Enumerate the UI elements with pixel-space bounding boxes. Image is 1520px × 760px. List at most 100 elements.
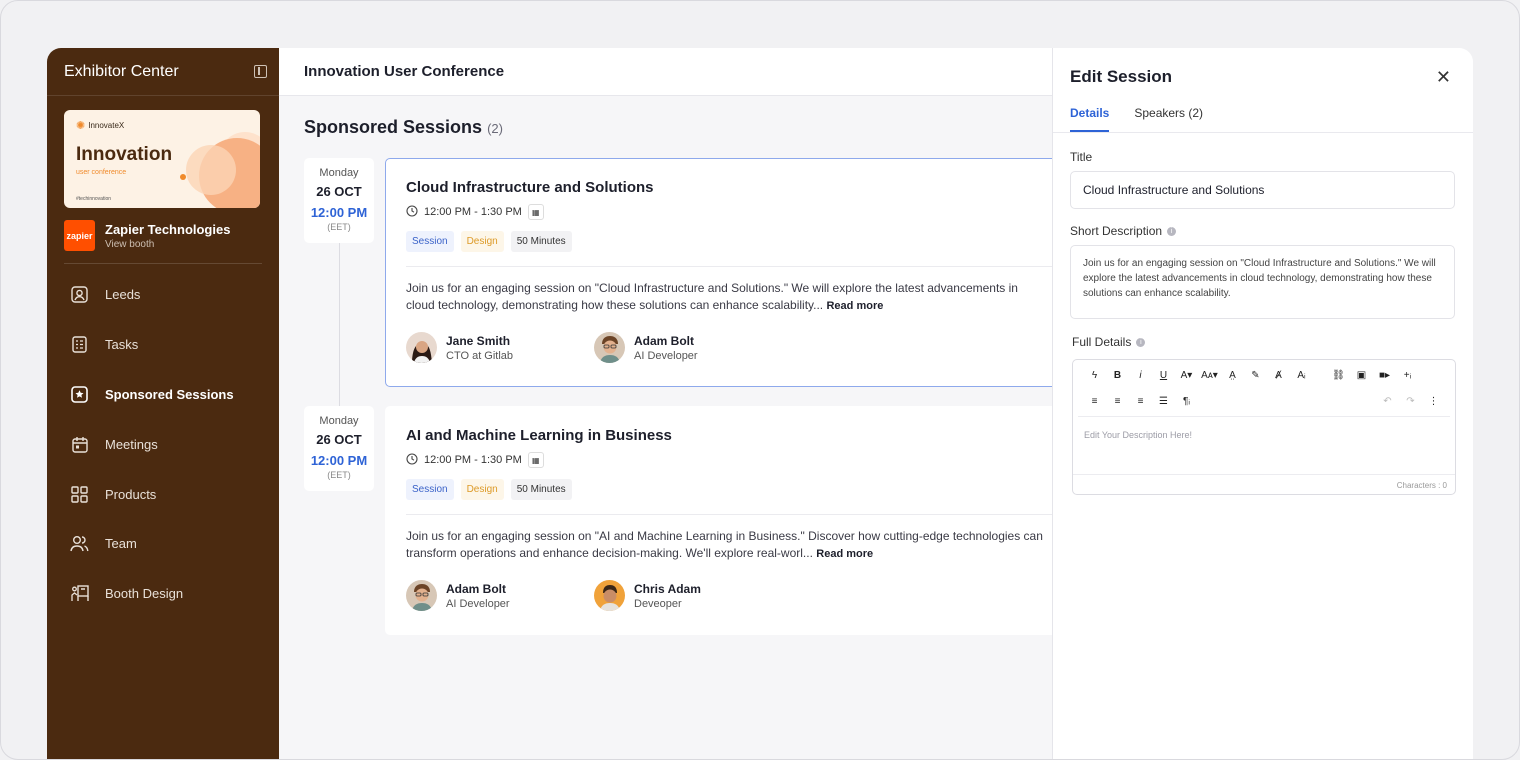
align-right-icon[interactable]: ≡ — [1129, 396, 1152, 407]
date-date: 26 OCT — [316, 432, 362, 447]
speaker[interactable]: Jane Smith CTO at Gitlab — [406, 332, 594, 363]
tag-duration: 50 Minutes — [510, 231, 572, 252]
calendar-icon — [70, 435, 89, 454]
sidebar-item-products[interactable]: Products — [47, 469, 279, 519]
speaker-name: Jane Smith — [446, 333, 511, 348]
sidebar-item-booth-design[interactable]: Booth Design — [47, 569, 279, 619]
sidebar-item-meetings[interactable]: Meetings — [47, 419, 279, 469]
read-more-link[interactable]: Read more — [816, 548, 873, 560]
tag-design: Design — [460, 231, 504, 252]
view-booth-link[interactable]: View booth — [105, 239, 230, 250]
insert-icon[interactable]: +ᵢ — [1396, 370, 1419, 381]
avatar — [594, 580, 625, 611]
clock-icon — [406, 204, 418, 220]
tab-details[interactable]: Details — [1070, 106, 1110, 132]
close-icon[interactable]: ✕ — [1436, 67, 1451, 88]
decor-circle — [186, 145, 236, 195]
speaker-name: Adam Bolt — [446, 581, 506, 596]
editor-body[interactable]: Edit Your Description Here! — [1078, 416, 1450, 474]
session-title: Cloud Infrastructure and Solutions — [406, 179, 654, 196]
app: Exhibitor Center ✺ InnovateX Innovation … — [47, 48, 1473, 759]
date-day: Monday — [319, 167, 359, 179]
date-time: 12:00 PM — [310, 453, 368, 468]
booth-info[interactable]: zapier Zapier Technologies View booth — [64, 220, 262, 264]
user-badge-icon — [70, 285, 89, 304]
full-details-label: Full Details i — [1072, 335, 1473, 349]
session-date-box: Monday 26 OCT 12:00 PM (EET) — [304, 406, 374, 491]
section-title-text: Sponsored Sessions — [304, 117, 483, 137]
text-size-icon[interactable]: Aᵢ — [1290, 370, 1313, 381]
date-timezone: (EET) — [327, 222, 351, 232]
video-icon[interactable]: ■▸ — [1373, 370, 1396, 381]
undo-icon[interactable]: ↶ — [1376, 396, 1399, 407]
marker-icon[interactable]: ✎ — [1244, 370, 1267, 381]
speaker[interactable]: Adam Bolt AI Developer — [406, 580, 594, 611]
align-left-icon[interactable]: ≡ — [1083, 396, 1106, 407]
sidebar-item-label: Products — [105, 486, 157, 502]
redo-icon[interactable]: ↷ — [1399, 396, 1422, 407]
more-options-icon[interactable]: ⋮ — [1422, 396, 1445, 407]
session-title: AI and Machine Learning in Business — [406, 427, 672, 444]
paragraph-icon[interactable]: ¶ᵢ — [1175, 396, 1198, 407]
add-to-calendar-icon[interactable]: ▦ — [527, 452, 544, 468]
font-color-icon[interactable]: A▾ — [1175, 370, 1198, 381]
text-highlight-icon[interactable]: A̤ — [1221, 370, 1244, 381]
event-hashtag: #techinnovation — [76, 196, 112, 202]
session-card[interactable]: AI and Machine Learning in Business 12:0… — [385, 406, 1075, 635]
sidebar-title: Exhibitor Center — [64, 62, 179, 80]
avatar — [406, 332, 437, 363]
tag-duration: 50 Minutes — [510, 479, 572, 500]
add-to-calendar-icon[interactable]: ▦ — [527, 204, 544, 220]
title-input[interactable]: Cloud Infrastructure and Solutions — [1070, 171, 1455, 209]
info-icon[interactable]: i — [1136, 337, 1146, 347]
sidebar-item-sponsored-sessions[interactable]: Sponsored Sessions — [47, 370, 279, 420]
speaker-name: Chris Adam — [634, 581, 701, 596]
main-content: Innovation User Conference Sponsored Ses… — [279, 48, 1075, 759]
italic-icon[interactable]: i — [1129, 370, 1152, 381]
title-label: Title — [1070, 150, 1473, 164]
info-icon[interactable]: i — [1167, 226, 1177, 236]
tab-speakers[interactable]: Speakers (2) — [1134, 106, 1203, 132]
align-center-icon[interactable]: ≡ — [1106, 396, 1129, 407]
panel-tabs: Details Speakers (2) — [1053, 106, 1473, 133]
session-description: Join us for an engaging session on "Clou… — [406, 280, 1046, 315]
image-icon[interactable]: ▣ — [1350, 370, 1373, 381]
panel-header: Edit Session ✕ — [1053, 48, 1473, 106]
zapier-logo: zapier — [64, 220, 95, 251]
lightning-icon[interactable]: ϟ — [1083, 370, 1106, 381]
divider — [406, 514, 1074, 515]
underline-icon[interactable]: U — [1152, 370, 1175, 381]
checklist-icon — [70, 335, 89, 354]
section-count: (2) — [487, 121, 503, 136]
speaker[interactable]: Chris Adam Deveoper — [594, 580, 782, 611]
session-description-text: Join us for an engaging session on "Clou… — [406, 281, 1018, 312]
read-more-link[interactable]: Read more — [826, 300, 883, 312]
clear-format-icon[interactable]: Ⱥ — [1267, 370, 1290, 381]
session-date-box: Monday 26 OCT 12:00 PM (EET) — [304, 158, 374, 243]
sidebar-item-tasks[interactable]: Tasks — [47, 320, 279, 370]
justify-icon[interactable]: ☰ — [1152, 396, 1175, 407]
sidebar-header: Exhibitor Center — [47, 48, 279, 96]
session-tags: Session Design 50 Minutes — [406, 231, 1054, 252]
speaker-role: Deveoper — [634, 597, 682, 610]
page-title: Innovation User Conference — [279, 48, 1052, 96]
sidebar-item-team[interactable]: Team — [47, 519, 279, 569]
collapse-sidebar-icon[interactable] — [254, 65, 267, 78]
session-description-text: Join us for an engaging session on "AI a… — [406, 529, 1043, 560]
decor-dot — [180, 174, 186, 180]
booth-icon — [70, 584, 89, 603]
short-description-textarea[interactable]: Join us for an engaging session on "Clou… — [1070, 245, 1455, 319]
speaker[interactable]: Adam Bolt AI Developer — [594, 332, 782, 363]
speaker-name: Adam Bolt — [634, 333, 694, 348]
short-description-label-text: Short Description — [1070, 224, 1163, 238]
session-card[interactable]: Cloud Infrastructure and Solutions 12:00… — [385, 158, 1075, 387]
event-brand: ✺ InnovateX — [76, 120, 124, 131]
session-tags: Session Design 50 Minutes — [406, 479, 1054, 500]
link-icon[interactable]: ⛓ — [1327, 370, 1350, 381]
sidebar-item-label: Team — [105, 536, 137, 552]
session-speakers: Adam Bolt AI Developer Chris Adam Deveop… — [406, 580, 1054, 631]
font-size-icon[interactable]: Aᴀ▾ — [1198, 370, 1221, 381]
bold-icon[interactable]: B — [1106, 370, 1129, 381]
sidebar-item-leeds[interactable]: Leeds — [47, 270, 279, 320]
event-card[interactable]: ✺ InnovateX Innovation user conference #… — [64, 110, 260, 208]
